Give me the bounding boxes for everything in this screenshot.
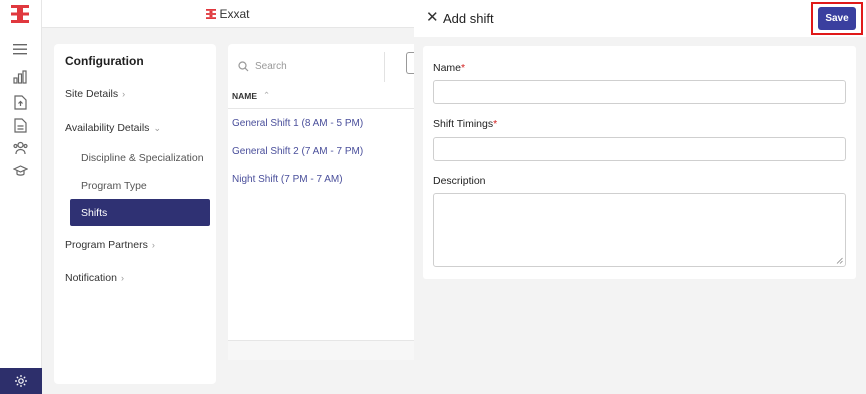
left-rail [0, 0, 42, 394]
name-field[interactable] [433, 80, 846, 104]
drawer-title: Add shift [443, 11, 494, 26]
configuration-title: Configuration [65, 54, 144, 68]
chevron-right-icon: › [151, 240, 155, 250]
document-upload-icon[interactable] [10, 93, 30, 111]
shift-timings-field[interactable] [433, 137, 846, 161]
table-row[interactable]: General Shift 1 (8 AM - 5 PM) [232, 118, 363, 129]
nav-site-details[interactable]: Site Details › [65, 88, 125, 100]
configuration-panel: Configuration Site Details › Availabilit… [54, 44, 216, 384]
top-bar: Exxat [42, 0, 414, 28]
brand-name: Exxat [219, 6, 250, 21]
chevron-right-icon: › [122, 89, 126, 99]
name-column-header[interactable]: NAME ⌃ [232, 90, 270, 101]
nav-label: Notification [65, 272, 117, 284]
bar-chart-icon[interactable] [10, 68, 30, 86]
nav-notification[interactable]: Notification › [65, 272, 124, 284]
chevron-right-icon: › [120, 273, 124, 283]
nav-availability-details[interactable]: Availability Details ⌄ [65, 122, 161, 134]
table-row[interactable]: General Shift 2 (7 AM - 7 PM) [232, 146, 363, 157]
filter-button[interactable] [406, 52, 414, 74]
description-field[interactable] [433, 193, 846, 267]
shift-timings-label-text: Shift Timings [433, 118, 494, 130]
search-icon [238, 60, 249, 71]
graduation-cap-icon[interactable] [10, 162, 30, 180]
name-label-text: Name [433, 62, 462, 74]
settings-button[interactable] [0, 368, 42, 394]
drawer-header: ✕ Add shift Save [414, 0, 866, 37]
name-label: Name* [433, 62, 465, 74]
settings-icon [15, 375, 27, 387]
nav-program-partners[interactable]: Program Partners › [65, 239, 155, 251]
brand[interactable]: Exxat [206, 6, 250, 21]
description-label: Description [433, 175, 486, 187]
sort-icon: ⌃ [263, 90, 271, 100]
users-icon[interactable] [10, 139, 30, 157]
save-button[interactable]: Save [818, 7, 856, 30]
nav-label: Availability Details [65, 122, 150, 134]
search-input[interactable]: Search [234, 55, 384, 77]
main-content: Configuration Site Details › Availabilit… [42, 28, 414, 394]
exxat-logo[interactable] [9, 4, 31, 24]
resize-grip-icon[interactable] [836, 257, 843, 264]
column-header-label: NAME [232, 90, 258, 101]
chevron-down-icon: ⌄ [153, 122, 161, 133]
nav-label: Program Partners [65, 239, 148, 251]
nav-discipline-specialization[interactable]: Discipline & Specialization [81, 152, 204, 164]
shift-form: Name* Shift Timings* Description [423, 46, 856, 279]
add-shift-drawer: ✕ Add shift Save Name* Shift Timings* De… [414, 0, 866, 394]
menu-icon[interactable] [10, 40, 30, 58]
document-list-icon[interactable] [10, 116, 30, 134]
header-divider [228, 108, 414, 109]
exxat-mini-logo [206, 8, 217, 19]
shift-timings-label: Shift Timings* [433, 118, 497, 130]
list-footer [228, 340, 414, 360]
required-marker: * [461, 62, 466, 74]
nav-program-type[interactable]: Program Type [81, 180, 147, 192]
search-placeholder: Search [255, 60, 287, 72]
shifts-list-panel: Search NAME ⌃ General Shift 1 (8 AM - 5 … [228, 44, 414, 360]
search-divider [384, 52, 385, 82]
nav-shifts-active[interactable]: Shifts [70, 199, 210, 226]
close-icon[interactable]: ✕ [426, 10, 439, 25]
table-row[interactable]: Night Shift (7 PM - 7 AM) [232, 174, 343, 185]
required-marker: * [493, 118, 498, 130]
nav-label: Site Details [65, 88, 119, 100]
